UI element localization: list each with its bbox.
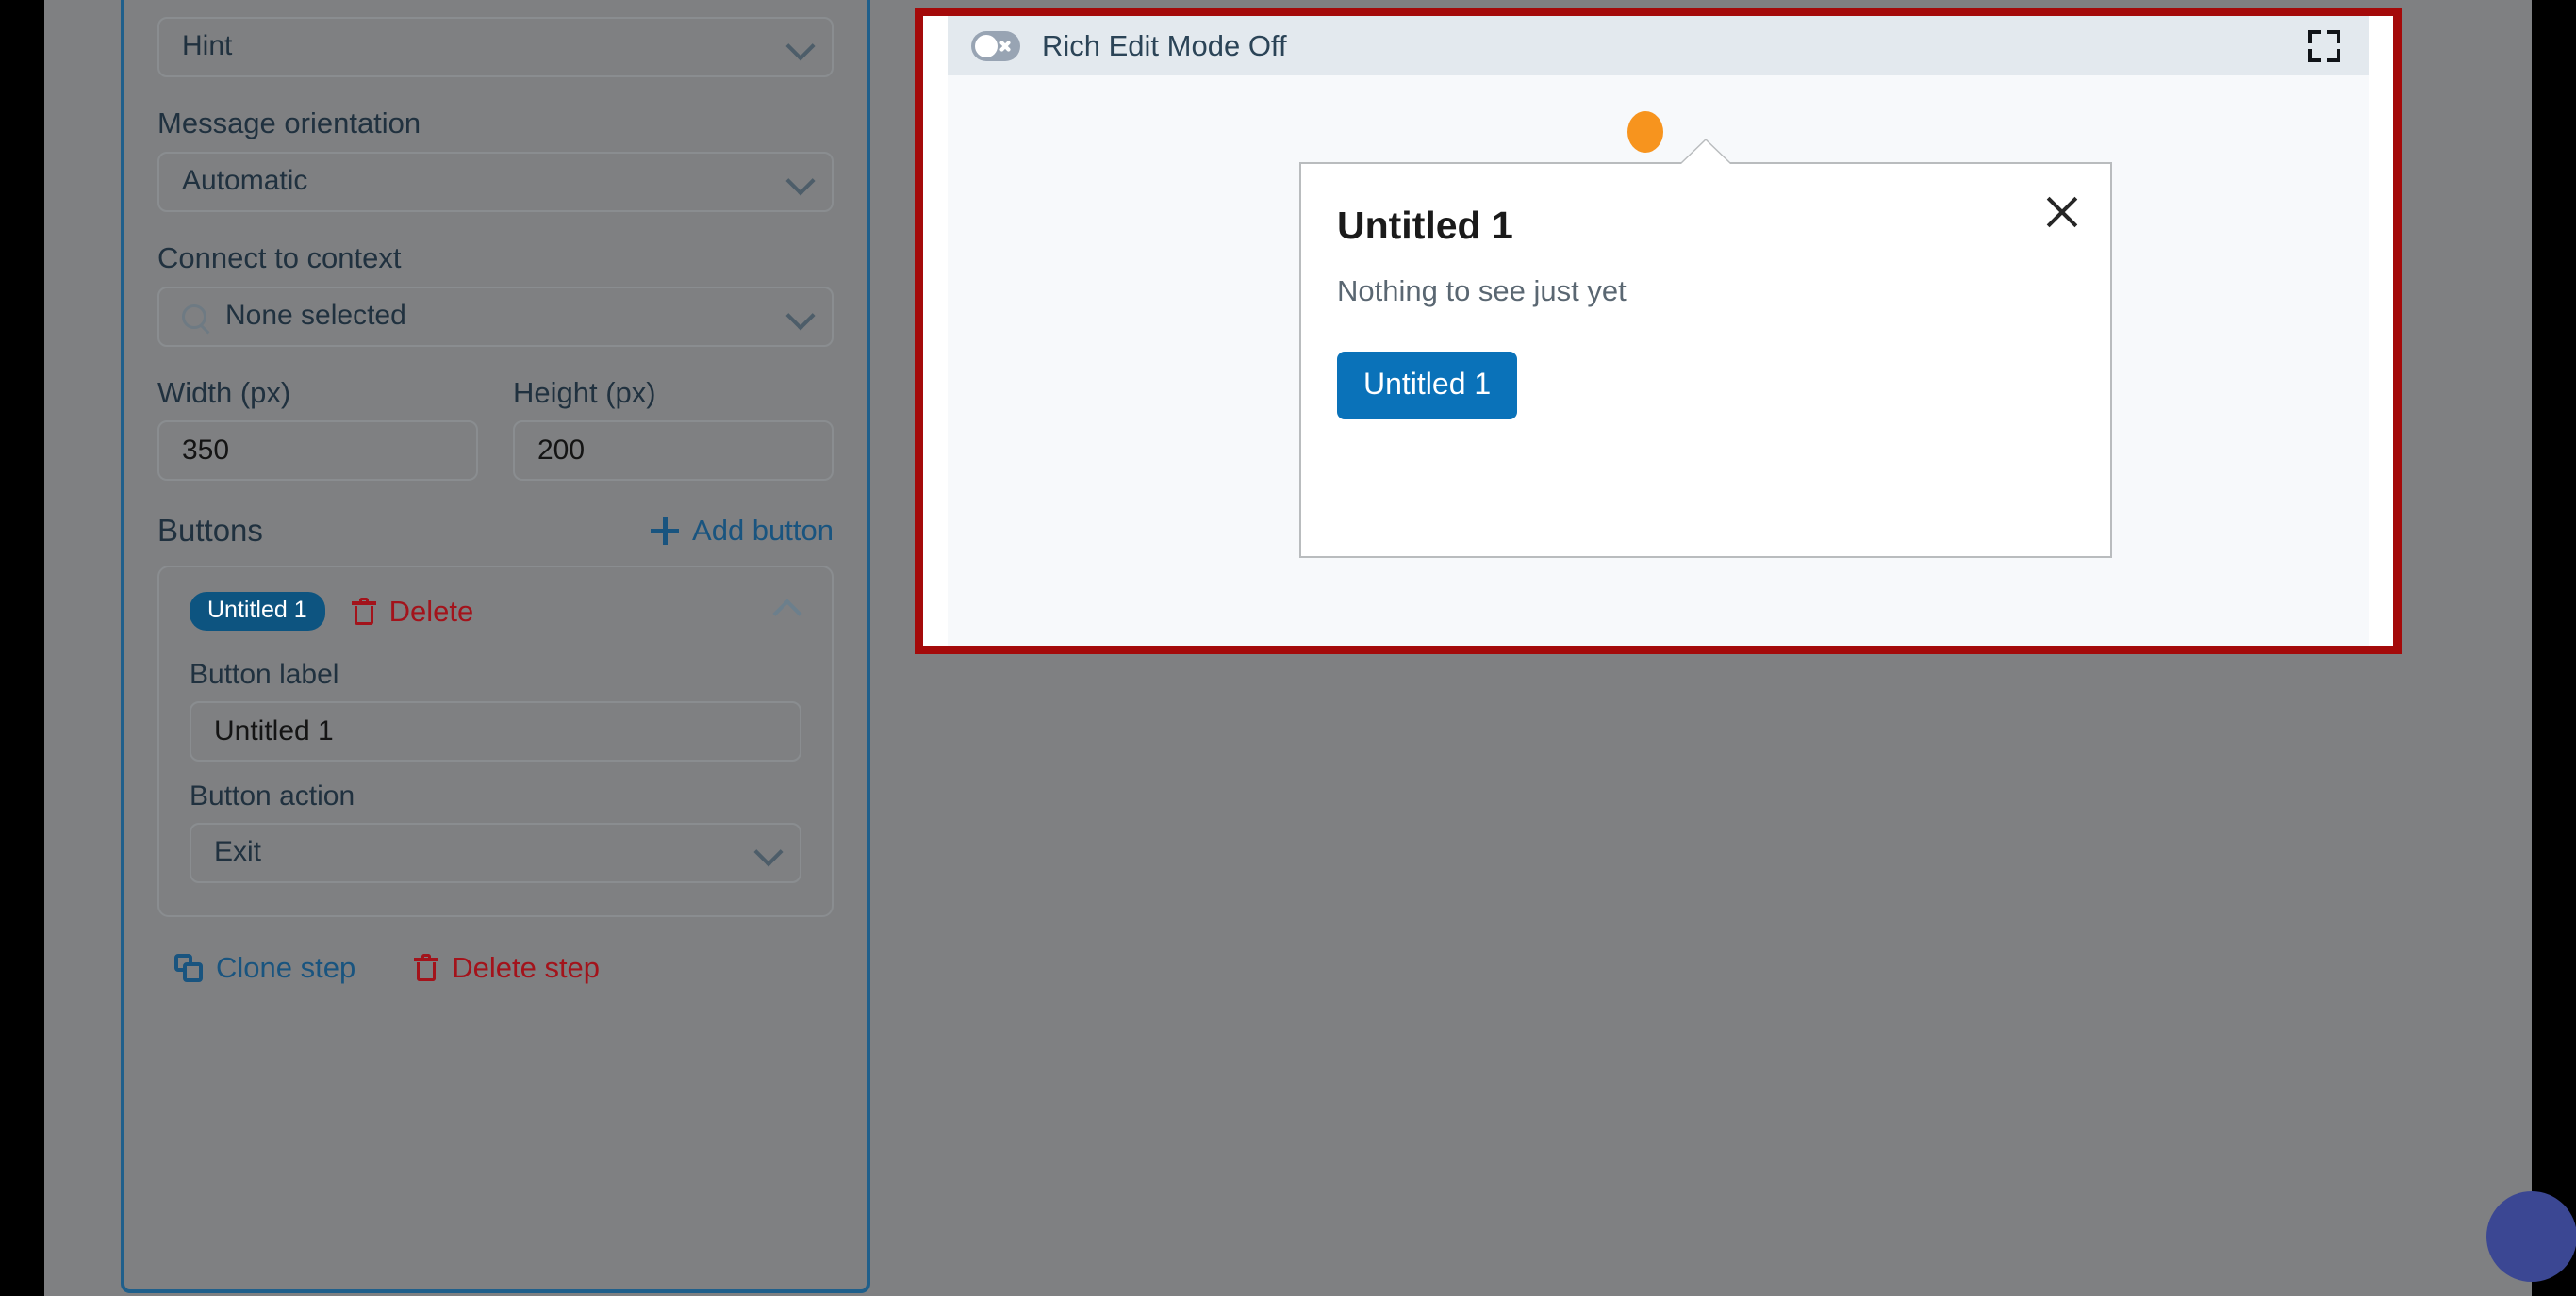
message-orientation-select[interactable]: Automatic bbox=[157, 151, 834, 212]
clone-step-label: Clone step bbox=[216, 951, 356, 985]
delete-step-button[interactable]: Delete step bbox=[414, 951, 600, 985]
dialog-text: Nothing to see just yet bbox=[1337, 274, 1627, 307]
close-icon[interactable] bbox=[2042, 192, 2082, 232]
width-label: Width (px) bbox=[157, 375, 291, 409]
button-card-header: Untitled 1 Delete bbox=[190, 592, 802, 632]
trash-icon bbox=[414, 954, 439, 982]
height-input[interactable]: 200 bbox=[513, 420, 834, 482]
add-button-button[interactable]: Add button bbox=[651, 514, 834, 548]
add-button-label: Add button bbox=[692, 514, 834, 548]
size-fields-row: Width (px) 350 Height (px) 200 bbox=[157, 375, 834, 482]
connect-to-context-label: Connect to context bbox=[157, 240, 402, 274]
step-settings-panel: Hint Message orientation Automatic Conne… bbox=[121, 0, 870, 1293]
trash-icon bbox=[351, 597, 376, 626]
button-label-value: Untitled 1 bbox=[214, 715, 334, 747]
height-label: Height (px) bbox=[513, 375, 656, 409]
width-value: 350 bbox=[182, 435, 230, 467]
button-label-label: Button label bbox=[190, 659, 339, 691]
connect-to-context-select[interactable]: None selected bbox=[157, 286, 834, 347]
orange-anchor-dot-icon bbox=[1627, 111, 1663, 153]
button-name-badge[interactable]: Untitled 1 bbox=[190, 592, 325, 632]
message-type-select[interactable]: Hint bbox=[157, 17, 834, 77]
message-type-value: Hint bbox=[182, 30, 233, 61]
dialog-body: Untitled 1 Nothing to see just yet Untit… bbox=[1301, 164, 2110, 419]
connect-to-context-value: None selected bbox=[225, 299, 406, 331]
button-action-label: Button action bbox=[190, 780, 355, 812]
width-field-group: Width (px) 350 bbox=[157, 375, 478, 482]
message-preview-dialog: Untitled 1 Nothing to see just yet Untit… bbox=[1299, 139, 2112, 558]
height-value: 200 bbox=[537, 435, 586, 467]
dialog-action-button[interactable]: Untitled 1 bbox=[1337, 352, 1518, 419]
step-actions-row: Clone step Delete step bbox=[157, 951, 834, 985]
chevron-down-icon bbox=[785, 166, 816, 196]
help-chat-fab-icon[interactable] bbox=[2486, 1191, 2576, 1282]
search-icon bbox=[182, 303, 206, 329]
buttons-section-title: Buttons bbox=[157, 513, 263, 549]
dialog-pointer bbox=[1681, 140, 1730, 164]
fullscreen-expand-icon[interactable] bbox=[2308, 29, 2340, 62]
message-orientation-value: Automatic bbox=[182, 164, 308, 196]
rich-edit-mode-label: Rich Edit Mode Off bbox=[1042, 28, 1287, 62]
button-action-select[interactable]: Exit bbox=[190, 823, 801, 884]
clone-step-button[interactable]: Clone step bbox=[174, 951, 355, 985]
height-field-group: Height (px) 200 bbox=[513, 375, 834, 482]
delete-button-label: Delete bbox=[388, 594, 474, 628]
delete-step-label: Delete step bbox=[452, 951, 601, 985]
button-label-input[interactable]: Untitled 1 bbox=[190, 701, 801, 763]
copy-icon bbox=[174, 954, 203, 983]
preview-toolbar: Rich Edit Mode Off bbox=[948, 16, 2369, 75]
toggle-off-icon[interactable] bbox=[971, 30, 1020, 61]
chevron-down-icon bbox=[785, 31, 816, 61]
chevron-down-icon bbox=[785, 300, 816, 331]
button-action-value: Exit bbox=[214, 836, 262, 868]
plus-icon bbox=[651, 517, 680, 546]
chevron-up-icon[interactable] bbox=[772, 599, 802, 629]
chevron-down-icon bbox=[753, 837, 784, 867]
delete-button-button[interactable]: Delete bbox=[351, 594, 474, 629]
message-orientation-label: Message orientation bbox=[157, 107, 421, 139]
screen-root: Hint Message orientation Automatic Conne… bbox=[0, 0, 2576, 1296]
buttons-section-header: Buttons Add button bbox=[157, 513, 834, 549]
dialog-title: Untitled 1 bbox=[1337, 204, 1513, 247]
button-config-card: Untitled 1 Delete Button label Untitled … bbox=[157, 566, 834, 918]
width-input[interactable]: 350 bbox=[157, 420, 478, 482]
rich-edit-mode-group: Rich Edit Mode Off bbox=[971, 29, 1287, 63]
